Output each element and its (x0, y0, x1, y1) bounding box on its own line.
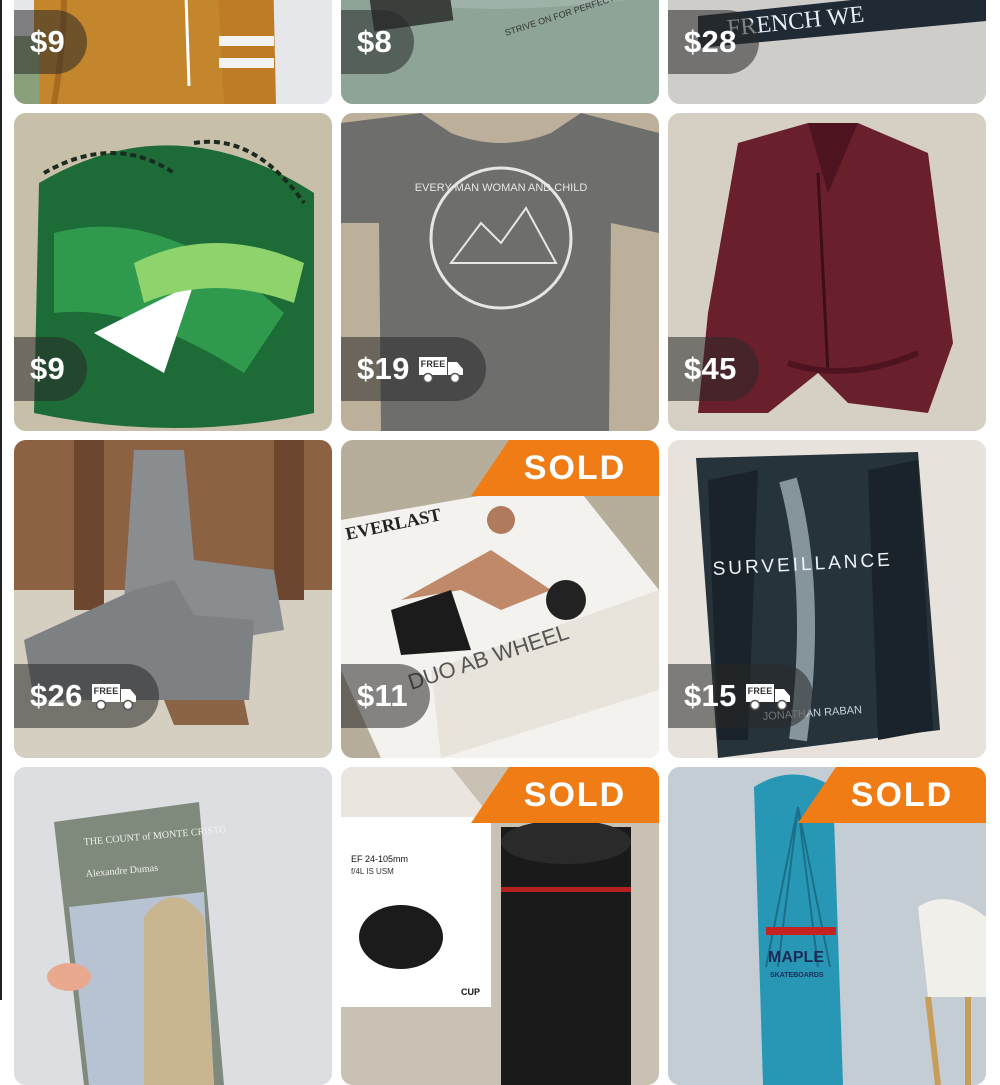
price-label: $11 (357, 678, 408, 713)
price-tag: $28 (668, 10, 759, 74)
price-tag: $8 (341, 10, 415, 74)
listing-card[interactable]: EVERY MAN WOMAN AND CHILD $19 FREE (341, 113, 659, 431)
price-label: $8 (357, 24, 393, 59)
free-label: FREE (93, 686, 119, 696)
listing-card[interactable]: FRENCH WE $28 (668, 0, 986, 104)
free-shipping-badge: FREE (418, 354, 464, 384)
price-label: $45 (684, 351, 737, 386)
listing-card[interactable]: EF 24-105mm f/4L IS USM CUP SOLD (341, 767, 659, 1085)
box-product-text: EF 24-105mm (351, 854, 408, 864)
price-tag: $26 FREE (14, 664, 159, 728)
listing-card[interactable]: $26 FREE (14, 440, 332, 758)
price-label: $26 (30, 678, 83, 713)
price-label: $9 (30, 351, 66, 386)
listing-card[interactable]: $45 (668, 113, 986, 431)
listing-card[interactable]: MAPLE SKATEBOARDS SOLD (668, 767, 986, 1085)
price-tag: $9 (14, 10, 88, 74)
board-brand-subtext: SKATEBOARDS (770, 972, 824, 979)
box-cup-text: CUP (461, 987, 480, 997)
free-shipping-badge: FREE (91, 681, 137, 711)
listing-card[interactable]: EVERLAST DUO AB WHEEL SOLD $11 (341, 440, 659, 758)
board-brand-text: MAPLE (768, 949, 824, 966)
price-tag: $9 (14, 337, 88, 401)
free-label: FREE (420, 359, 446, 369)
price-tag: $11 (341, 664, 430, 728)
listing-photo: THE COUNT of MONTE CRISTO Alexandre Duma… (14, 767, 332, 1085)
listing-card[interactable]: STRIVE ON FOR PERFECTION $8 (341, 0, 659, 104)
price-label: $9 (30, 24, 66, 59)
price-tag: $15 FREE (668, 664, 813, 728)
price-label: $19 (357, 351, 410, 386)
tee-print-text: EVERY MAN WOMAN AND CHILD (415, 182, 588, 194)
free-shipping-badge: FREE (745, 681, 791, 711)
price-tag: $45 (668, 337, 759, 401)
price-tag: $19 FREE (341, 337, 486, 401)
listing-card[interactable]: $9 (14, 113, 332, 431)
listing-grid: $9 STRIVE ON FOR PERFECTION $8 FRENCH WE… (0, 0, 1000, 1085)
listing-card[interactable]: THE COUNT of MONTE CRISTO Alexandre Duma… (14, 767, 332, 1085)
price-label: $28 (684, 24, 737, 59)
price-label: $15 (684, 678, 737, 713)
listing-card[interactable]: SURVEILLANCE JONATHAN RABAN $15 FREE (668, 440, 986, 758)
listing-card[interactable]: $9 (14, 0, 332, 104)
box-product-subtext: f/4L IS USM (351, 867, 394, 876)
free-label: FREE (747, 686, 773, 696)
